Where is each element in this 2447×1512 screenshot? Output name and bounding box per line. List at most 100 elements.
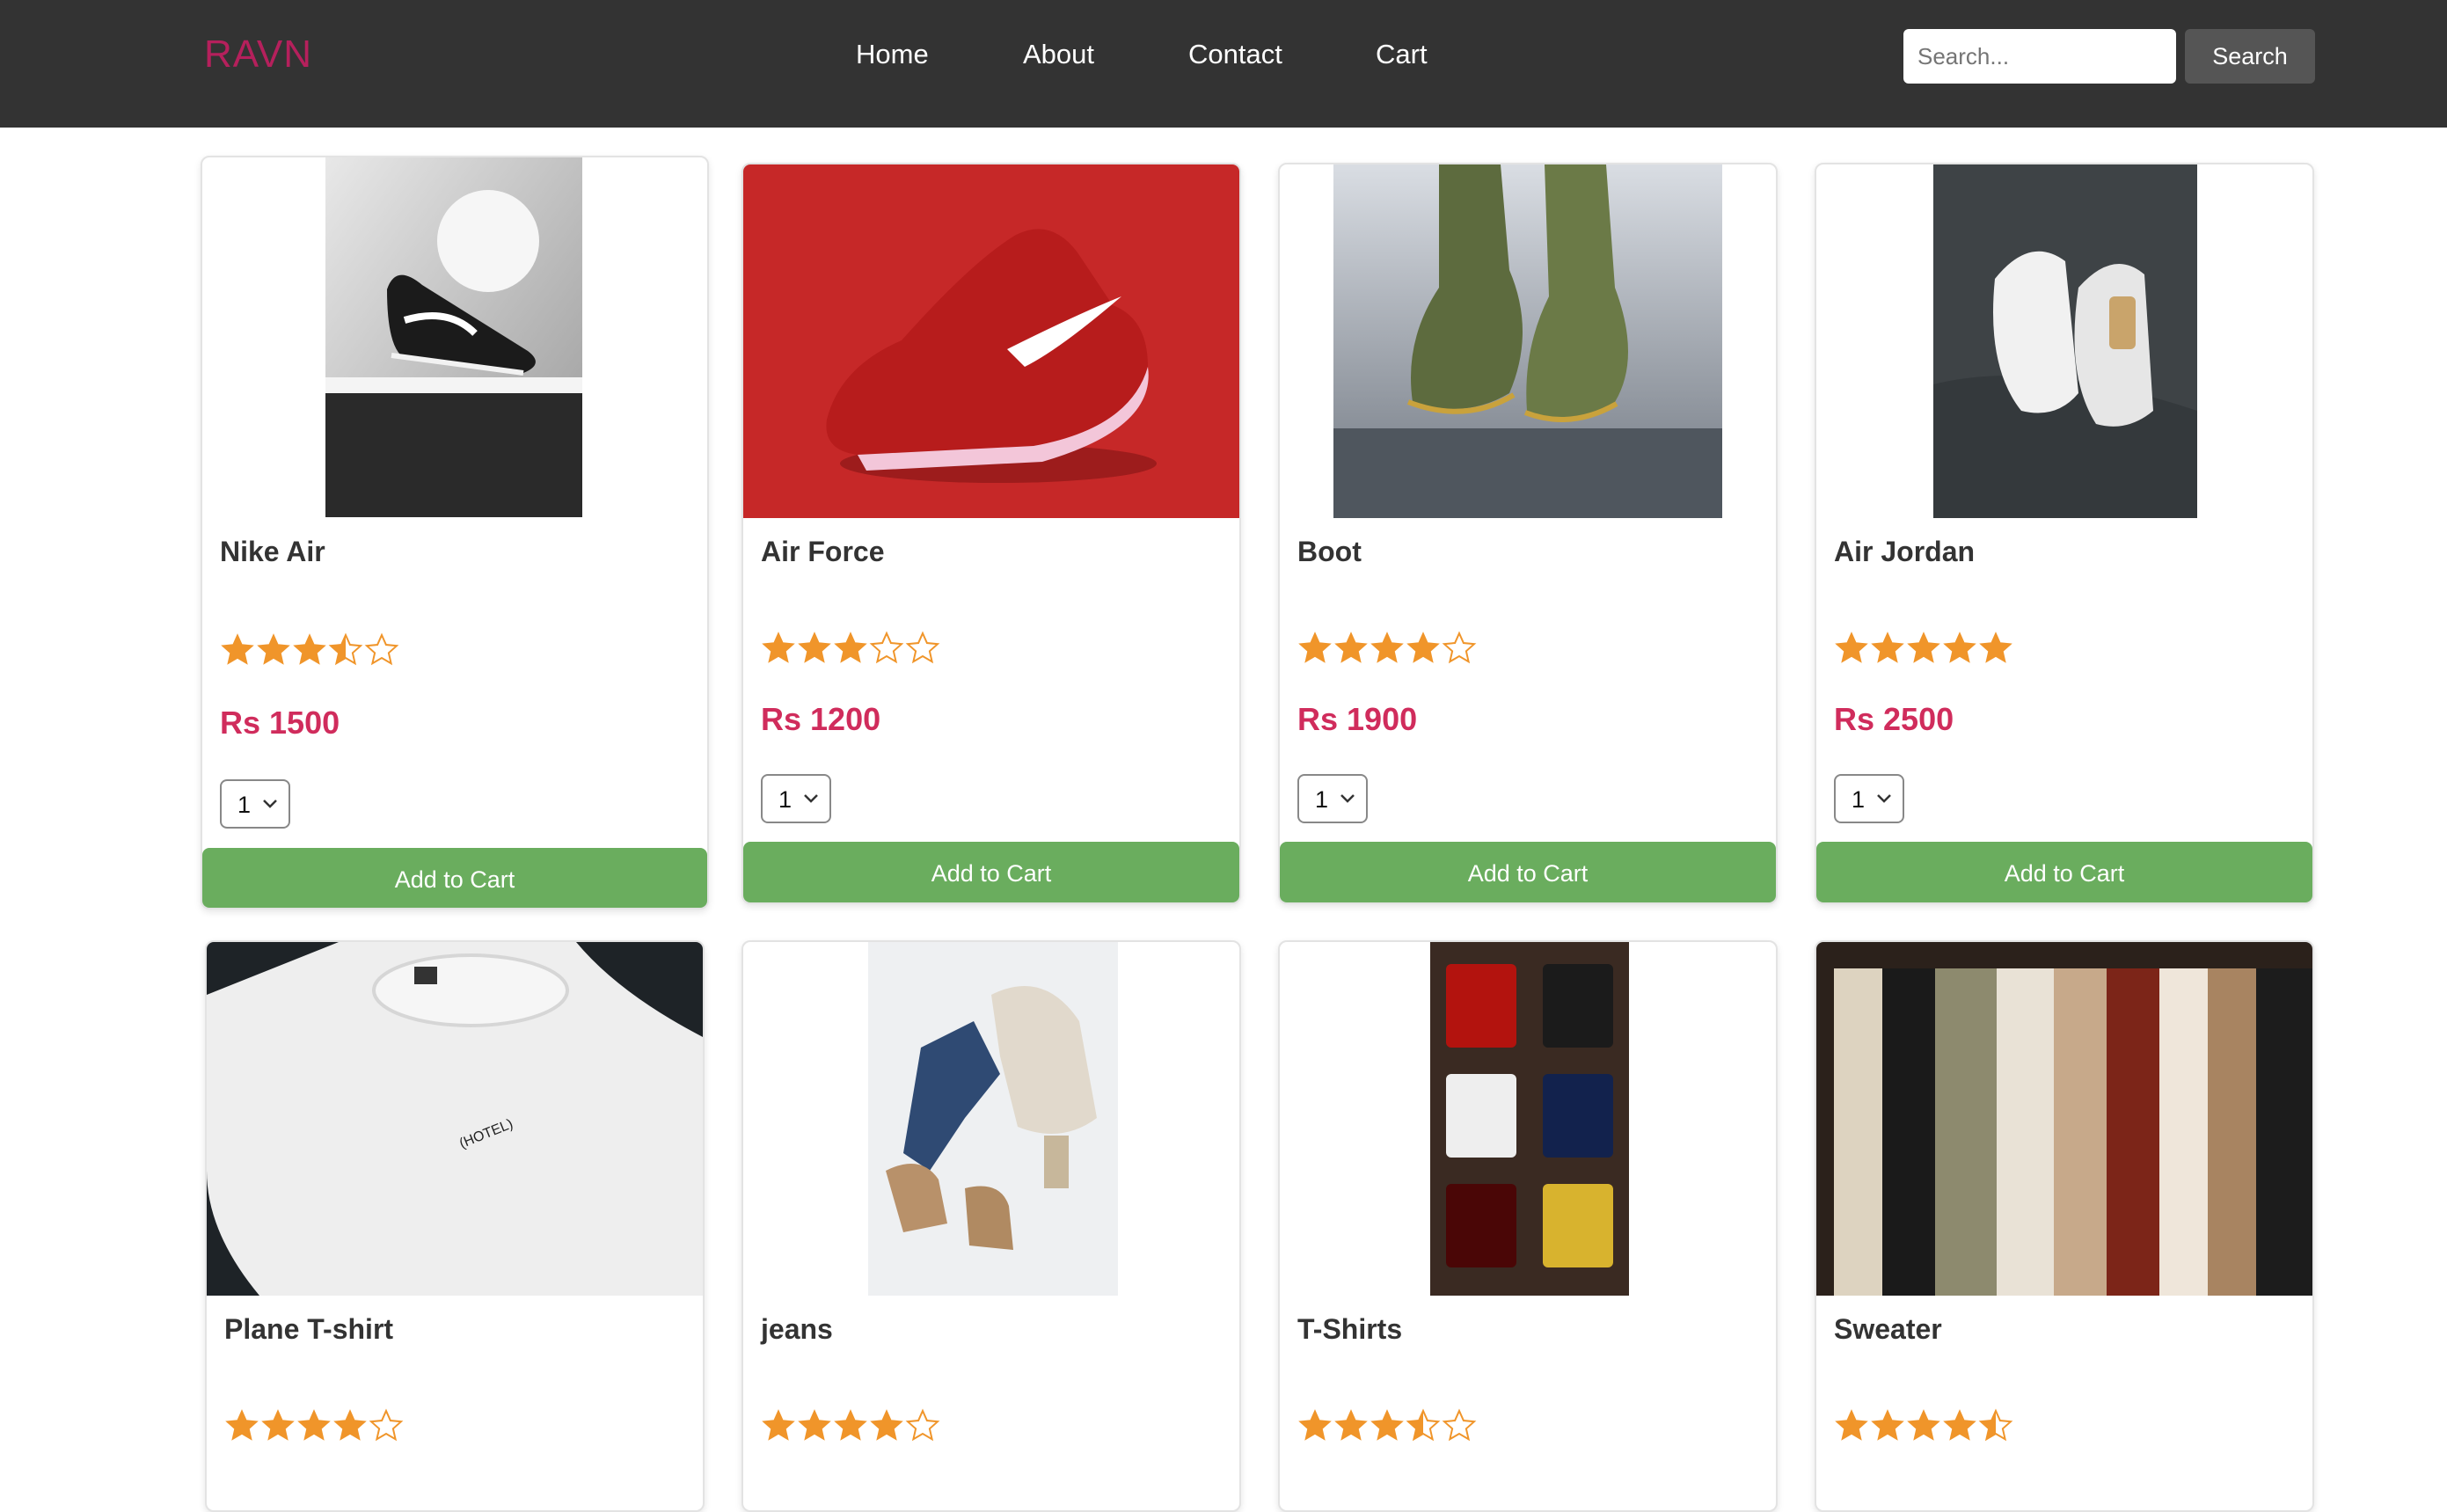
star-rating	[761, 1408, 941, 1447]
star-filled-icon	[1334, 1409, 1368, 1441]
star-filled-icon	[1370, 632, 1404, 663]
star-empty-icon	[869, 631, 904, 664]
product-price: Rs 1200	[761, 701, 881, 737]
product-name: T-Shirts	[1297, 1313, 1403, 1345]
star-half-icon	[328, 632, 363, 666]
star-empty-icon	[364, 632, 399, 666]
quantity-value: 1	[1852, 786, 1866, 813]
product-card: T-Shirts	[1278, 940, 1778, 1512]
star-filled-icon	[798, 1409, 831, 1441]
product-name: Nike Air	[220, 536, 325, 567]
product-card: Sweater	[1815, 940, 2314, 1512]
add-to-cart-button[interactable]: Add to Cart	[1280, 842, 1776, 902]
product-image	[1333, 164, 1722, 518]
star-filled-icon	[1907, 1409, 1940, 1441]
star-filled-icon	[293, 633, 326, 665]
product-price: Rs 1900	[1297, 701, 1418, 737]
product-name: Air Jordan	[1834, 536, 1976, 567]
product-card: Nike Air Rs 1500 1 Add to Cart	[201, 156, 709, 909]
search-input[interactable]	[1903, 29, 2176, 84]
nav-contact[interactable]: Contact	[1188, 39, 1282, 70]
chevron-down-icon	[804, 794, 818, 803]
star-filled-icon	[834, 632, 867, 663]
star-filled-icon	[762, 632, 795, 663]
product-name: Plane T-shirt	[224, 1313, 394, 1345]
nav-home[interactable]: Home	[856, 39, 929, 70]
product-card: Air Jordan Rs 2500 1 Add to Cart	[1815, 163, 2314, 904]
add-to-cart-button[interactable]: Add to Cart	[1816, 842, 2312, 902]
nav-cart[interactable]: Cart	[1376, 39, 1428, 70]
star-filled-icon	[1370, 1409, 1404, 1441]
product-image	[1933, 164, 2197, 518]
star-filled-icon	[1871, 1409, 1904, 1441]
add-to-cart-button[interactable]: Add to Cart	[743, 842, 1239, 902]
quantity-value: 1	[237, 792, 252, 818]
star-filled-icon	[333, 1409, 367, 1441]
star-rating	[224, 1408, 405, 1447]
product-card: Air Force Rs 1200 1 Add to Cart	[741, 163, 1241, 904]
navbar: RAVN Home About Contact Cart Search	[0, 0, 2447, 128]
star-filled-icon	[257, 633, 290, 665]
quantity-select[interactable]: 1	[761, 774, 831, 823]
chevron-down-icon	[1877, 794, 1891, 803]
product-image	[325, 157, 582, 517]
star-filled-icon	[798, 632, 831, 663]
star-empty-icon	[369, 1408, 404, 1442]
star-filled-icon	[221, 633, 254, 665]
product-image	[743, 164, 1239, 518]
star-filled-icon	[1298, 632, 1332, 663]
star-filled-icon	[870, 1409, 903, 1441]
star-rating	[220, 632, 400, 671]
brand-logo[interactable]: RAVN	[204, 33, 312, 77]
nav-about[interactable]: About	[1023, 39, 1094, 70]
star-filled-icon	[762, 1409, 795, 1441]
star-empty-icon	[905, 631, 940, 664]
star-filled-icon	[1298, 1409, 1332, 1441]
star-filled-icon	[1334, 632, 1368, 663]
chevron-down-icon	[1340, 794, 1355, 803]
star-filled-icon	[1979, 632, 2012, 663]
star-filled-icon	[225, 1409, 259, 1441]
star-filled-icon	[1907, 632, 1940, 663]
product-name: Boot	[1297, 536, 1362, 567]
star-rating	[1297, 1408, 1478, 1447]
star-empty-icon	[905, 1408, 940, 1442]
star-rating	[761, 631, 941, 669]
product-card: (HOTEL) Plane T-shirt	[205, 940, 705, 1512]
star-filled-icon	[1943, 1409, 1976, 1441]
product-card: jeans	[741, 940, 1241, 1512]
product-name: jeans	[761, 1313, 833, 1345]
star-empty-icon	[1442, 631, 1477, 664]
product-image	[1816, 942, 2312, 1296]
product-name: Sweater	[1834, 1313, 1942, 1345]
star-filled-icon	[1835, 1409, 1868, 1441]
star-rating	[1834, 631, 2014, 669]
star-empty-icon	[1442, 1408, 1477, 1442]
product-price: Rs 1500	[220, 705, 340, 741]
star-filled-icon	[1871, 632, 1904, 663]
star-filled-icon	[297, 1409, 331, 1441]
star-half-icon	[1978, 1408, 2013, 1442]
star-half-icon	[1406, 1408, 1441, 1442]
star-rating	[1297, 631, 1478, 669]
star-rating	[1834, 1408, 2014, 1447]
product-image	[1430, 942, 1629, 1296]
product-price: Rs 2500	[1834, 701, 1954, 737]
product-name: Air Force	[761, 536, 885, 567]
product-image	[868, 942, 1118, 1296]
quantity-select[interactable]: 1	[220, 779, 290, 829]
star-filled-icon	[1943, 632, 1976, 663]
product-image: (HOTEL)	[207, 942, 703, 1296]
star-filled-icon	[834, 1409, 867, 1441]
quantity-value: 1	[1315, 786, 1329, 813]
add-to-cart-button[interactable]: Add to Cart	[202, 848, 707, 908]
product-card: Boot Rs 1900 1 Add to Cart	[1278, 163, 1778, 904]
chevron-down-icon	[263, 800, 277, 808]
quantity-select[interactable]: 1	[1297, 774, 1368, 823]
search-button[interactable]: Search	[2185, 29, 2315, 84]
star-filled-icon	[261, 1409, 295, 1441]
star-filled-icon	[1406, 632, 1440, 663]
quantity-value: 1	[778, 786, 793, 813]
quantity-select[interactable]: 1	[1834, 774, 1904, 823]
star-filled-icon	[1835, 632, 1868, 663]
